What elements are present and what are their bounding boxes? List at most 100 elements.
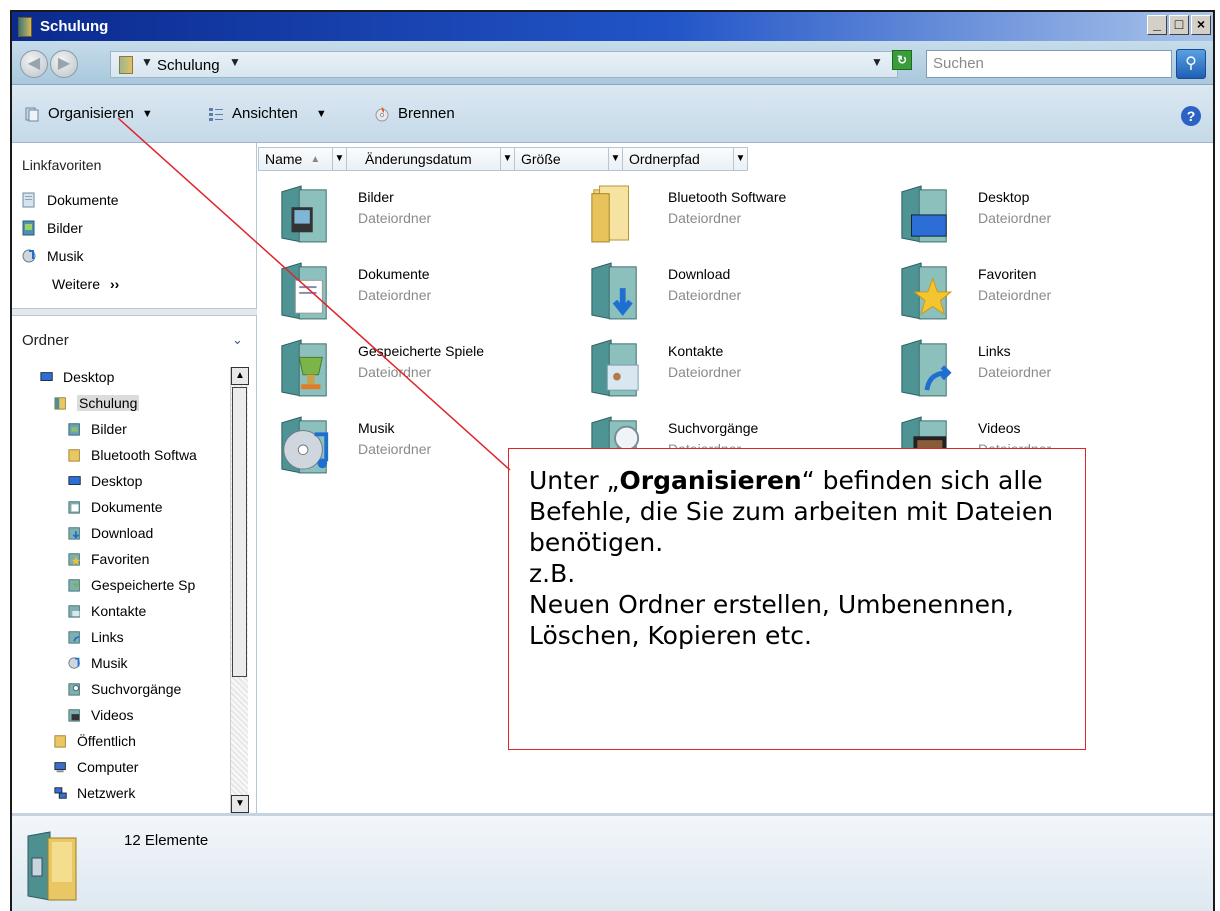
folder-tile[interactable]: Bilder Dateiordner	[278, 177, 568, 247]
refresh-button[interactable]: ↻	[892, 50, 912, 70]
desktop-icon	[68, 476, 81, 485]
tree-item[interactable]: Links	[68, 629, 124, 645]
back-button[interactable]: ◀	[20, 50, 48, 78]
folder-tile[interactable]: Desktop Dateiordner	[898, 177, 1188, 247]
favorites-folder-icon	[901, 262, 952, 320]
folder-tile[interactable]: Download Dateiordner	[588, 254, 878, 324]
arrow-right-icon: ▶	[57, 55, 71, 72]
history-dropdown-icon[interactable]: ▼	[871, 55, 883, 69]
tree-item[interactable]: Gespeicherte Sp	[68, 577, 195, 593]
folder-name: Dokumente	[358, 266, 430, 282]
chevron-down-icon[interactable]: ▼	[332, 148, 346, 170]
tree-item[interactable]: Schulung	[54, 395, 140, 411]
folder-tile[interactable]: Links Dateiordner	[898, 331, 1188, 401]
folder-tile[interactable]: Gespeicherte Spiele Dateiordner	[278, 331, 568, 401]
help-button[interactable]: ?	[1181, 106, 1201, 126]
tree-item[interactable]: Kontakte	[68, 603, 146, 619]
folder-icon	[68, 449, 80, 462]
tree-item[interactable]: Bluetooth Softwa	[68, 447, 197, 463]
tree-item[interactable]: Download	[68, 525, 153, 541]
tree-item-label: Links	[91, 629, 124, 645]
tree-item[interactable]: Bilder	[68, 421, 127, 437]
chevron-down-icon[interactable]: ▼	[608, 148, 622, 170]
details-pane: 12 Elemente	[12, 813, 1213, 911]
chevron-down-icon[interactable]: ▼	[141, 55, 153, 69]
tree-item-label: Netzwerk	[77, 785, 136, 801]
forward-button[interactable]: ▶	[50, 50, 78, 78]
folders-title[interactable]: Ordner	[22, 332, 69, 349]
annotation-callout: Unter „Organisieren“ befinden sich alle …	[508, 448, 1086, 750]
column-size[interactable]: Größe ▼	[514, 147, 622, 171]
search-input[interactable]: Suchen	[926, 50, 1172, 78]
scroll-up-button[interactable]: ▲	[231, 367, 249, 385]
organize-button[interactable]: Organisieren ▼	[24, 105, 153, 122]
tree-item-label: Bluetooth Softwa	[91, 447, 197, 463]
tree-item[interactable]: Suchvorgänge	[68, 681, 181, 697]
favorite-item-dokumente[interactable]: Dokumente	[22, 192, 119, 208]
pane-splitter[interactable]	[12, 308, 257, 316]
chevron-down-icon[interactable]: ▼	[733, 148, 747, 170]
column-label: Änderungsdatum	[365, 151, 472, 167]
music-folder-icon	[281, 416, 329, 474]
views-icon	[209, 107, 223, 121]
folder-tile[interactable]: Dokumente Dateiordner	[278, 254, 568, 324]
favorites-star-icon	[68, 553, 81, 566]
folder-type: Dateiordner	[358, 210, 432, 226]
tree-item[interactable]: Öffentlich	[54, 733, 136, 749]
favorite-item-bilder[interactable]: Bilder	[22, 220, 83, 236]
tree-item-label: Schulung	[77, 395, 140, 411]
tree-item[interactable]: Computer	[54, 759, 138, 775]
title-bar[interactable]: Schulung _ □ ×	[12, 12, 1213, 41]
breadcrumb-item[interactable]: Schulung	[157, 57, 220, 74]
chevron-down-icon: ▼	[315, 107, 327, 120]
column-label: Name	[265, 151, 303, 167]
maximize-button[interactable]: □	[1169, 15, 1189, 35]
column-date[interactable]: Änderungsdatum ▼	[346, 147, 514, 171]
window-title: Schulung	[40, 18, 109, 35]
desktop-folder-icon	[901, 185, 947, 243]
double-chevron-right-icon: ››	[109, 276, 120, 292]
scroll-down-button[interactable]: ▼	[231, 795, 249, 813]
folder-tile[interactable]: Favoriten Dateiordner	[898, 254, 1188, 324]
favorite-item-musik[interactable]: Musik	[22, 248, 84, 264]
search-icon: ⚲	[1185, 55, 1197, 72]
chevron-down-icon[interactable]: ▼	[229, 55, 241, 69]
scroll-thumb[interactable]	[232, 387, 247, 677]
chevron-down-icon[interactable]: ⌄	[232, 332, 243, 348]
folder-icon	[591, 185, 629, 243]
network-icon	[54, 787, 67, 799]
folder-tile[interactable]: Kontakte Dateiordner	[588, 331, 878, 401]
folder-name: Videos	[978, 420, 1021, 436]
tree-item[interactable]: Dokumente	[68, 499, 163, 515]
column-label: Größe	[521, 151, 561, 167]
tree-item[interactable]: Videos	[68, 707, 134, 723]
tree-scrollbar[interactable]: ▲ ▼	[230, 367, 249, 813]
favorites-more-link[interactable]: Weitere ››	[52, 276, 119, 292]
tree-item-label: Computer	[77, 759, 139, 775]
tree-item[interactable]: Netzwerk	[54, 785, 135, 801]
folder-type: Dateiordner	[668, 364, 742, 380]
folder-type: Dateiordner	[978, 210, 1052, 226]
search-button[interactable]: ⚲	[1176, 49, 1206, 79]
burn-button[interactable]: Brennen	[374, 105, 455, 122]
column-header: Name ▲ ▼ Änderungsdatum ▼ Größe ▼ Ordner…	[258, 147, 748, 173]
views-button[interactable]: Ansichten ▼	[208, 105, 327, 122]
tree-item[interactable]: Musik	[68, 655, 128, 671]
search-folder-icon	[68, 683, 80, 696]
breadcrumb[interactable]: ▼ Schulung ▼ ▼	[110, 51, 898, 78]
tree-item[interactable]: Desktop	[68, 473, 142, 489]
column-name[interactable]: Name ▲ ▼	[258, 147, 346, 171]
favorite-label: Dokumente	[47, 192, 119, 208]
desktop-icon	[40, 372, 53, 381]
close-button[interactable]: ×	[1191, 15, 1211, 35]
minimize-button[interactable]: _	[1147, 15, 1167, 35]
pictures-folder-icon	[281, 185, 327, 243]
chevron-down-icon[interactable]: ▼	[500, 148, 514, 170]
folder-type: Dateiordner	[358, 364, 432, 380]
tree-item-label: Suchvorgänge	[91, 681, 182, 697]
folder-tile[interactable]: Bluetooth Software Dateiordner	[588, 177, 878, 247]
column-path[interactable]: Ordnerpfad ▼	[622, 147, 748, 171]
tree-item[interactable]: Favoriten	[68, 551, 149, 567]
folder-type: Dateiordner	[978, 364, 1052, 380]
tree-item[interactable]: Desktop	[40, 369, 114, 385]
